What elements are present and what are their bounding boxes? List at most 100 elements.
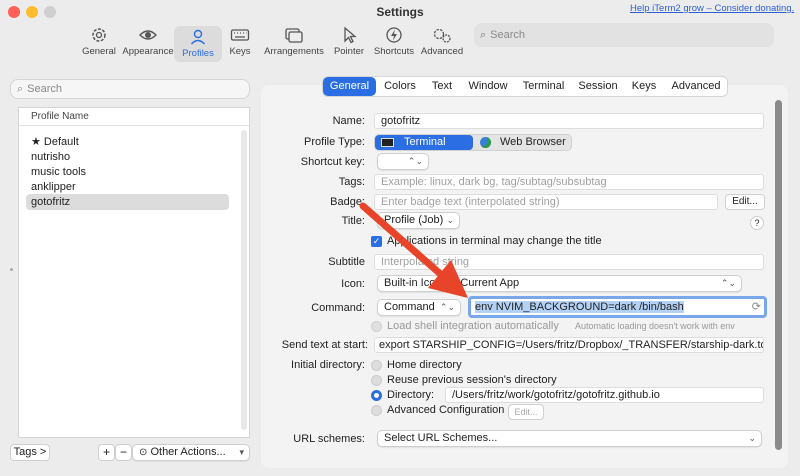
tab-session[interactable]: Session: [573, 77, 623, 96]
sidebar-search[interactable]: ⌕ Search: [10, 79, 250, 99]
command-field-clear-icon[interactable]: ⟳: [752, 299, 761, 315]
command-type-popup[interactable]: Command ⌃⌄: [377, 299, 461, 316]
panel-scrollbar[interactable]: [775, 100, 782, 450]
donate-link[interactable]: Help iTerm2 grow – Consider donating.: [630, 3, 800, 14]
splitter-handle[interactable]: [10, 268, 13, 271]
icon-label: Icon:: [341, 278, 365, 290]
profile-row-music-tools[interactable]: music tools: [26, 164, 229, 180]
terminal-icon: [381, 137, 394, 147]
ellipsis-icon: ⊙: [139, 447, 148, 458]
dir-home-radio[interactable]: [371, 360, 382, 371]
toolbar-keys[interactable]: Keys: [210, 26, 270, 57]
profile-type-terminal[interactable]: Terminal: [375, 135, 473, 150]
zoom-window-button[interactable]: [44, 6, 56, 18]
profile-type-web[interactable]: Web Browser: [480, 135, 571, 150]
tab-colors[interactable]: Colors: [378, 77, 422, 96]
search-icon: ⌕: [17, 82, 24, 95]
tab-advanced[interactable]: Advanced: [665, 77, 727, 96]
dir-home-label: Home directory: [387, 359, 462, 371]
gear-icon: [92, 28, 106, 42]
remove-profile-button[interactable]: −: [115, 444, 132, 461]
chevron-updown-icon: ⌃⌄: [439, 302, 455, 312]
name-label: Name:: [332, 115, 365, 127]
title-label: Title:: [341, 215, 365, 227]
chevron-updown-icon: ⌃⌄: [720, 278, 736, 288]
toolbar-general-label: General: [82, 46, 116, 57]
toolbar-shortcuts-label: Shortcuts: [373, 46, 415, 57]
badge-edit-button[interactable]: Edit...: [725, 194, 765, 210]
title-help-button[interactable]: ?: [750, 216, 764, 230]
subtitle-label: Subtitle: [328, 256, 365, 268]
toolbar-advanced[interactable]: Advanced: [412, 26, 472, 57]
chevron-down-icon: ⌄: [446, 215, 454, 225]
dir-directory-label: Directory:: [387, 389, 435, 401]
url-schemes-popup[interactable]: Select URL Schemes... ⌄: [377, 430, 762, 447]
dir-advanced-radio[interactable]: [371, 405, 382, 416]
command-type-value: Command: [384, 301, 435, 313]
toolbar-keys-label: Keys: [229, 46, 251, 57]
profile-list-header[interactable]: Profile Name: [19, 108, 249, 126]
other-actions-popup[interactable]: ⊙ Other Actions... ▾: [132, 444, 250, 461]
dir-path-field[interactable]: /Users/fritz/work/gotofritz/gotofritz.gi…: [445, 387, 764, 403]
toolbar-appearance-label: Appearance: [122, 46, 174, 57]
lightning-icon: [386, 27, 402, 43]
profile-row-gotofritz[interactable]: gotofritz: [26, 194, 229, 210]
subtitle-field[interactable]: Interpolated string: [374, 254, 764, 270]
tab-terminal[interactable]: Terminal: [516, 77, 571, 96]
dir-reuse-label: Reuse previous session's directory: [387, 374, 557, 386]
send-text-field[interactable]: export STARSHIP_CONFIG=/Users/fritz/Drop…: [374, 337, 764, 353]
chevron-down-icon: ⌄: [748, 433, 756, 443]
profile-type-terminal-label: Terminal: [404, 136, 446, 148]
shell-integration-checkbox[interactable]: [371, 321, 382, 332]
add-profile-button[interactable]: +: [98, 444, 115, 461]
profile-type-label: Profile Type:: [304, 136, 365, 148]
other-actions-label: Other Actions...: [150, 446, 226, 458]
toolbar-search-placeholder: Search: [490, 29, 526, 41]
dir-reuse-radio[interactable]: [371, 375, 382, 386]
tab-text[interactable]: Text: [424, 77, 460, 96]
chevron-updown-icon: ⌃⌄: [407, 156, 423, 166]
send-text-label: Send text at start:: [281, 339, 368, 351]
apps-change-title-checkbox[interactable]: ✓: [371, 236, 382, 247]
shell-integration-label: Load shell integration automatically: [387, 320, 559, 332]
toolbar-arrangements[interactable]: Arrangements: [264, 26, 324, 57]
minimize-window-button[interactable]: [26, 6, 38, 18]
toolbar-arrangements-label: Arrangements: [264, 46, 324, 57]
dir-directory-radio[interactable]: [371, 390, 382, 401]
sidebar-search-placeholder: Search: [27, 83, 63, 95]
toolbar-advanced-label: Advanced: [420, 46, 464, 57]
tab-keys[interactable]: Keys: [625, 77, 663, 96]
pointer-icon: [344, 26, 357, 44]
tab-window[interactable]: Window: [462, 77, 514, 96]
shell-integration-note: Automatic loading doesn't work with env: [575, 321, 735, 331]
toolbar-search[interactable]: ⌕ Search: [474, 23, 774, 47]
title-popup-value: Profile (Job): [384, 214, 444, 226]
url-schemes-label: URL schemes:: [293, 433, 365, 445]
badge-label: Badge:: [330, 196, 365, 208]
command-field[interactable]: env NVIM_BACKGROUND=dark /bin/bash ⟳: [468, 296, 767, 318]
shortcut-key-label: Shortcut key:: [300, 156, 365, 168]
toolbar-appearance[interactable]: Appearance: [118, 26, 178, 57]
profile-row-anklipper[interactable]: anklipper: [26, 179, 229, 195]
tags-button[interactable]: Tags >: [10, 444, 50, 461]
windows-icon: [285, 28, 303, 43]
icon-popup-value: Built-in Icon for Current App: [384, 277, 520, 289]
icon-popup[interactable]: Built-in Icon for Current App ⌃⌄: [377, 275, 742, 292]
badge-field[interactable]: Enter badge text (interpolated string): [374, 194, 718, 210]
tags-label: Tags:: [338, 176, 365, 188]
command-label: Command:: [311, 302, 365, 314]
shortcut-key-popup[interactable]: ⌃⌄: [377, 153, 429, 170]
profile-row-default[interactable]: ★ Default: [26, 134, 229, 150]
dir-advanced-edit-button[interactable]: Edit...: [508, 404, 544, 420]
close-window-button[interactable]: [8, 6, 20, 18]
profile-type-web-label: Web Browser: [500, 136, 566, 148]
tags-field[interactable]: Example: linux, dark bg, tag/subtag/subs…: [374, 174, 764, 190]
title-popup[interactable]: Profile (Job) ⌄: [377, 212, 460, 229]
name-field[interactable]: gotofritz: [374, 113, 764, 129]
tab-general[interactable]: General: [323, 77, 376, 96]
command-field-value: env NVIM_BACKGROUND=dark /bin/bash: [475, 301, 684, 313]
profile-row-nutrisho[interactable]: nutrisho: [26, 149, 229, 165]
globe-icon: [480, 136, 491, 148]
profile-name-column: Profile Name: [31, 111, 89, 122]
keyboard-icon: [230, 29, 250, 41]
